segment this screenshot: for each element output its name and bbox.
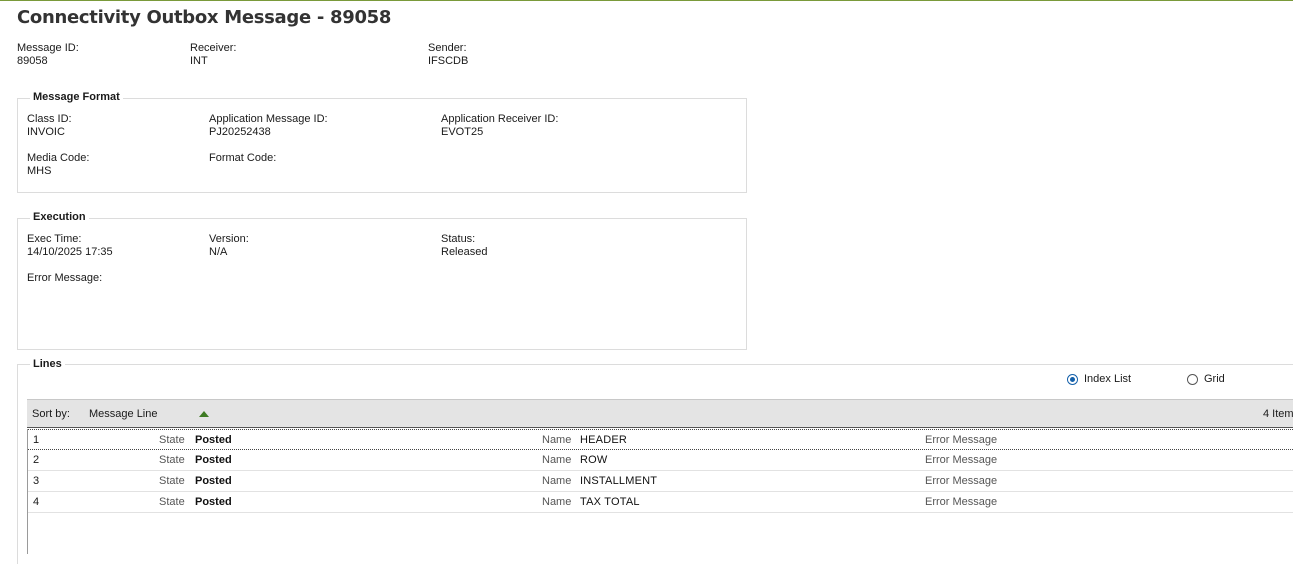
line-index: 2 (33, 454, 40, 466)
status-label: Status: (441, 233, 476, 245)
top-border (0, 0, 1293, 1)
error-message-label: Error Message (925, 475, 998, 487)
name-label: Name (542, 434, 572, 446)
media-code-label: Media Code: (27, 152, 90, 164)
name-value: ROW (580, 454, 608, 466)
name-label: Name (542, 496, 572, 508)
status-value: Released (441, 246, 488, 258)
receiver-field: Receiver: INT (190, 42, 236, 68)
error-message-label: Error Message (925, 434, 998, 446)
sort-bar: Sort by: Message Line 4 Item (27, 399, 1293, 428)
name-label: Name (542, 475, 572, 487)
format-code-field: Format Code: (209, 152, 276, 165)
app-receiver-id-value: EVOT25 (441, 126, 484, 138)
lines-list: 1 State Posted Name HEADER Error Message… (27, 429, 1293, 554)
format-code-label: Format Code: (209, 152, 277, 164)
message-id-field: Message ID: 89058 (17, 42, 79, 68)
name-value: INSTALLMENT (580, 475, 658, 487)
receiver-label: Receiver: (190, 42, 237, 54)
sender-label: Sender: (428, 42, 467, 54)
error-message-field: Error Message: (27, 272, 102, 285)
version-label: Version: (209, 233, 249, 245)
app-receiver-id-field: Application Receiver ID: EVOT25 (441, 113, 558, 139)
execution-title: Execution (30, 211, 89, 223)
lines-title: Lines (30, 358, 65, 370)
index-list-label: Index List (1084, 373, 1132, 385)
state-label: State (159, 475, 185, 487)
state-value: Posted (195, 475, 232, 487)
radio-unselected-icon (1187, 373, 1198, 385)
state-value: Posted (195, 434, 232, 446)
receiver-value: INT (190, 55, 208, 67)
index-list-radio[interactable]: Index List (1067, 373, 1131, 385)
list-item[interactable]: 1 State Posted Name HEADER Error Message (28, 429, 1293, 450)
state-label: State (159, 434, 185, 446)
message-format-group: Message Format Class ID: INVOIC Applicat… (17, 91, 747, 193)
media-code-field: Media Code: MHS (27, 152, 89, 178)
state-value: Posted (195, 454, 232, 466)
name-value: HEADER (580, 434, 628, 446)
message-id-value: 89058 (17, 55, 48, 67)
grid-label: Grid (1204, 373, 1225, 385)
list-item[interactable]: 2 State Posted Name ROW Error Message (28, 450, 1293, 471)
state-value: Posted (195, 496, 232, 508)
app-message-id-label: Application Message ID: (209, 113, 328, 125)
name-value: TAX TOTAL (580, 496, 640, 508)
app-receiver-id-label: Application Receiver ID: (441, 113, 559, 125)
status-field: Status: Released (441, 233, 487, 259)
sort-field-selector[interactable]: Message Line (89, 408, 158, 420)
line-index: 4 (33, 496, 40, 508)
exec-time-field: Exec Time: 14/10/2025 17:35 (27, 233, 113, 259)
media-code-value: MHS (27, 165, 52, 177)
state-label: State (159, 496, 185, 508)
version-value: N/A (209, 246, 228, 258)
name-label: Name (542, 454, 572, 466)
class-id-field: Class ID: INVOIC (27, 113, 72, 139)
grid-radio[interactable]: Grid (1187, 373, 1225, 385)
line-index: 1 (33, 434, 40, 446)
class-id-label: Class ID: (27, 113, 72, 125)
execution-group: Execution Exec Time: 14/10/2025 17:35 Ve… (17, 211, 747, 350)
sort-by-label: Sort by: (32, 408, 70, 420)
error-message-label: Error Message (925, 454, 998, 466)
exec-time-value: 14/10/2025 17:35 (27, 246, 113, 258)
message-id-label: Message ID: (17, 42, 79, 54)
sender-field: Sender: IFSCDB (428, 42, 468, 68)
app-message-id-field: Application Message ID: PJ20252438 (209, 113, 328, 139)
message-format-title: Message Format (30, 91, 123, 103)
radio-selected-icon (1067, 373, 1078, 385)
item-count: 4 Item (1263, 408, 1293, 420)
list-item[interactable]: 3 State Posted Name INSTALLMENT Error Me… (28, 471, 1293, 492)
exec-time-label: Exec Time: (27, 233, 82, 245)
sender-value: IFSCDB (428, 55, 469, 67)
app-message-id-value: PJ20252438 (209, 126, 271, 138)
error-message-label: Error Message: (27, 272, 103, 284)
line-index: 3 (33, 475, 40, 487)
class-id-value: INVOIC (27, 126, 65, 138)
page-title: Connectivity Outbox Message - 89058 (17, 7, 392, 28)
list-item[interactable]: 4 State Posted Name TAX TOTAL Error Mess… (28, 492, 1293, 513)
state-label: State (159, 454, 185, 466)
error-message-label: Error Message (925, 496, 998, 508)
version-field: Version: N/A (209, 233, 249, 259)
sort-ascending-icon[interactable] (199, 411, 209, 417)
